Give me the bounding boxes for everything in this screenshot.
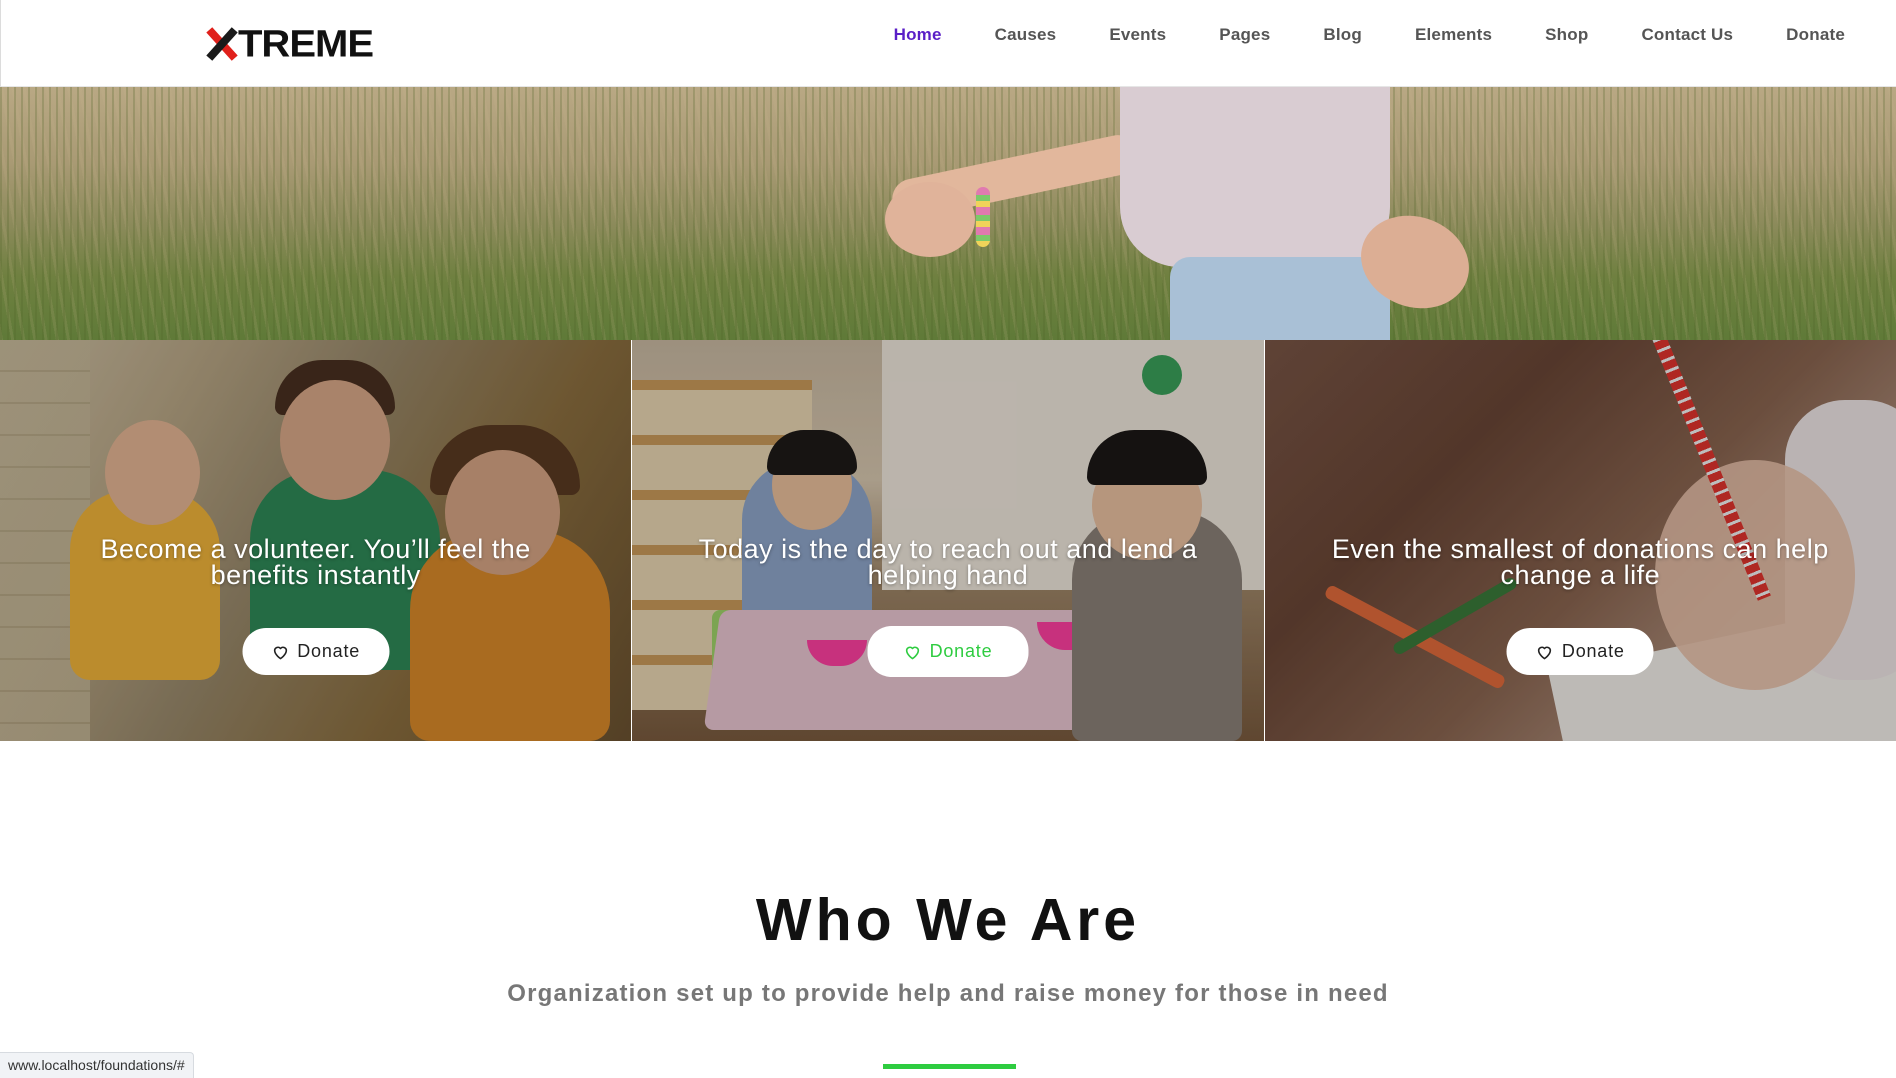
site-logo[interactable]: TREME — [206, 23, 374, 65]
donate-button-label: Donate — [1561, 641, 1625, 661]
nav-item-events[interactable]: Events — [1109, 25, 1166, 45]
page: TREME Home Causes Events Pages Blog Elem… — [0, 0, 1896, 1078]
nav-item-home[interactable]: Home — [894, 25, 942, 45]
nav-item-donate[interactable]: Donate — [1786, 25, 1845, 45]
section-subtitle: Organization set up to provide help and … — [507, 980, 1389, 1007]
site-header: TREME Home Causes Events Pages Blog Elem… — [0, 0, 1896, 87]
heart-outline-icon — [273, 646, 287, 659]
card-title: Become a volunteer. You’ll feel the bene… — [100, 534, 531, 590]
main-nav: Home Causes Events Pages Blog Elements S… — [894, 0, 1896, 70]
nav-item-causes[interactable]: Causes — [995, 25, 1057, 45]
card-title: Even the smallest of donations can help … — [1331, 534, 1829, 590]
cause-card-helping-hand: Today is the day to reach out and lend a… — [632, 340, 1264, 741]
section-divider — [883, 1064, 1016, 1069]
nav-item-blog[interactable]: Blog — [1323, 25, 1362, 45]
card-title: Today is the day to reach out and lend a… — [698, 534, 1198, 590]
hero-image-child-in-field — [0, 87, 1896, 340]
cause-card-donations: Even the smallest of donations can help … — [1264, 340, 1896, 741]
logo-x-mark-icon — [206, 27, 238, 61]
donate-button[interactable]: Donate — [867, 626, 1029, 677]
cause-cards: Become a volunteer. You’ll feel the bene… — [0, 340, 1896, 741]
heart-outline-icon — [905, 646, 920, 659]
nav-item-shop[interactable]: Shop — [1545, 25, 1588, 45]
donate-button[interactable]: Donate — [1506, 628, 1654, 675]
heart-outline-icon — [1538, 646, 1552, 659]
cause-card-volunteer: Become a volunteer. You’ll feel the bene… — [0, 340, 632, 741]
donate-button-label: Donate — [297, 641, 361, 661]
section-title: Who We Are — [755, 887, 1141, 953]
nav-item-pages[interactable]: Pages — [1219, 25, 1270, 45]
nav-item-elements[interactable]: Elements — [1415, 25, 1492, 45]
nav-item-contact-us[interactable]: Contact Us — [1641, 25, 1733, 45]
donate-button[interactable]: Donate — [242, 628, 390, 675]
donate-button-label: Donate — [929, 641, 993, 661]
browser-status-bar-url: www.localhost/foundations/# — [0, 1052, 194, 1078]
logo-text: TREME — [238, 23, 374, 65]
